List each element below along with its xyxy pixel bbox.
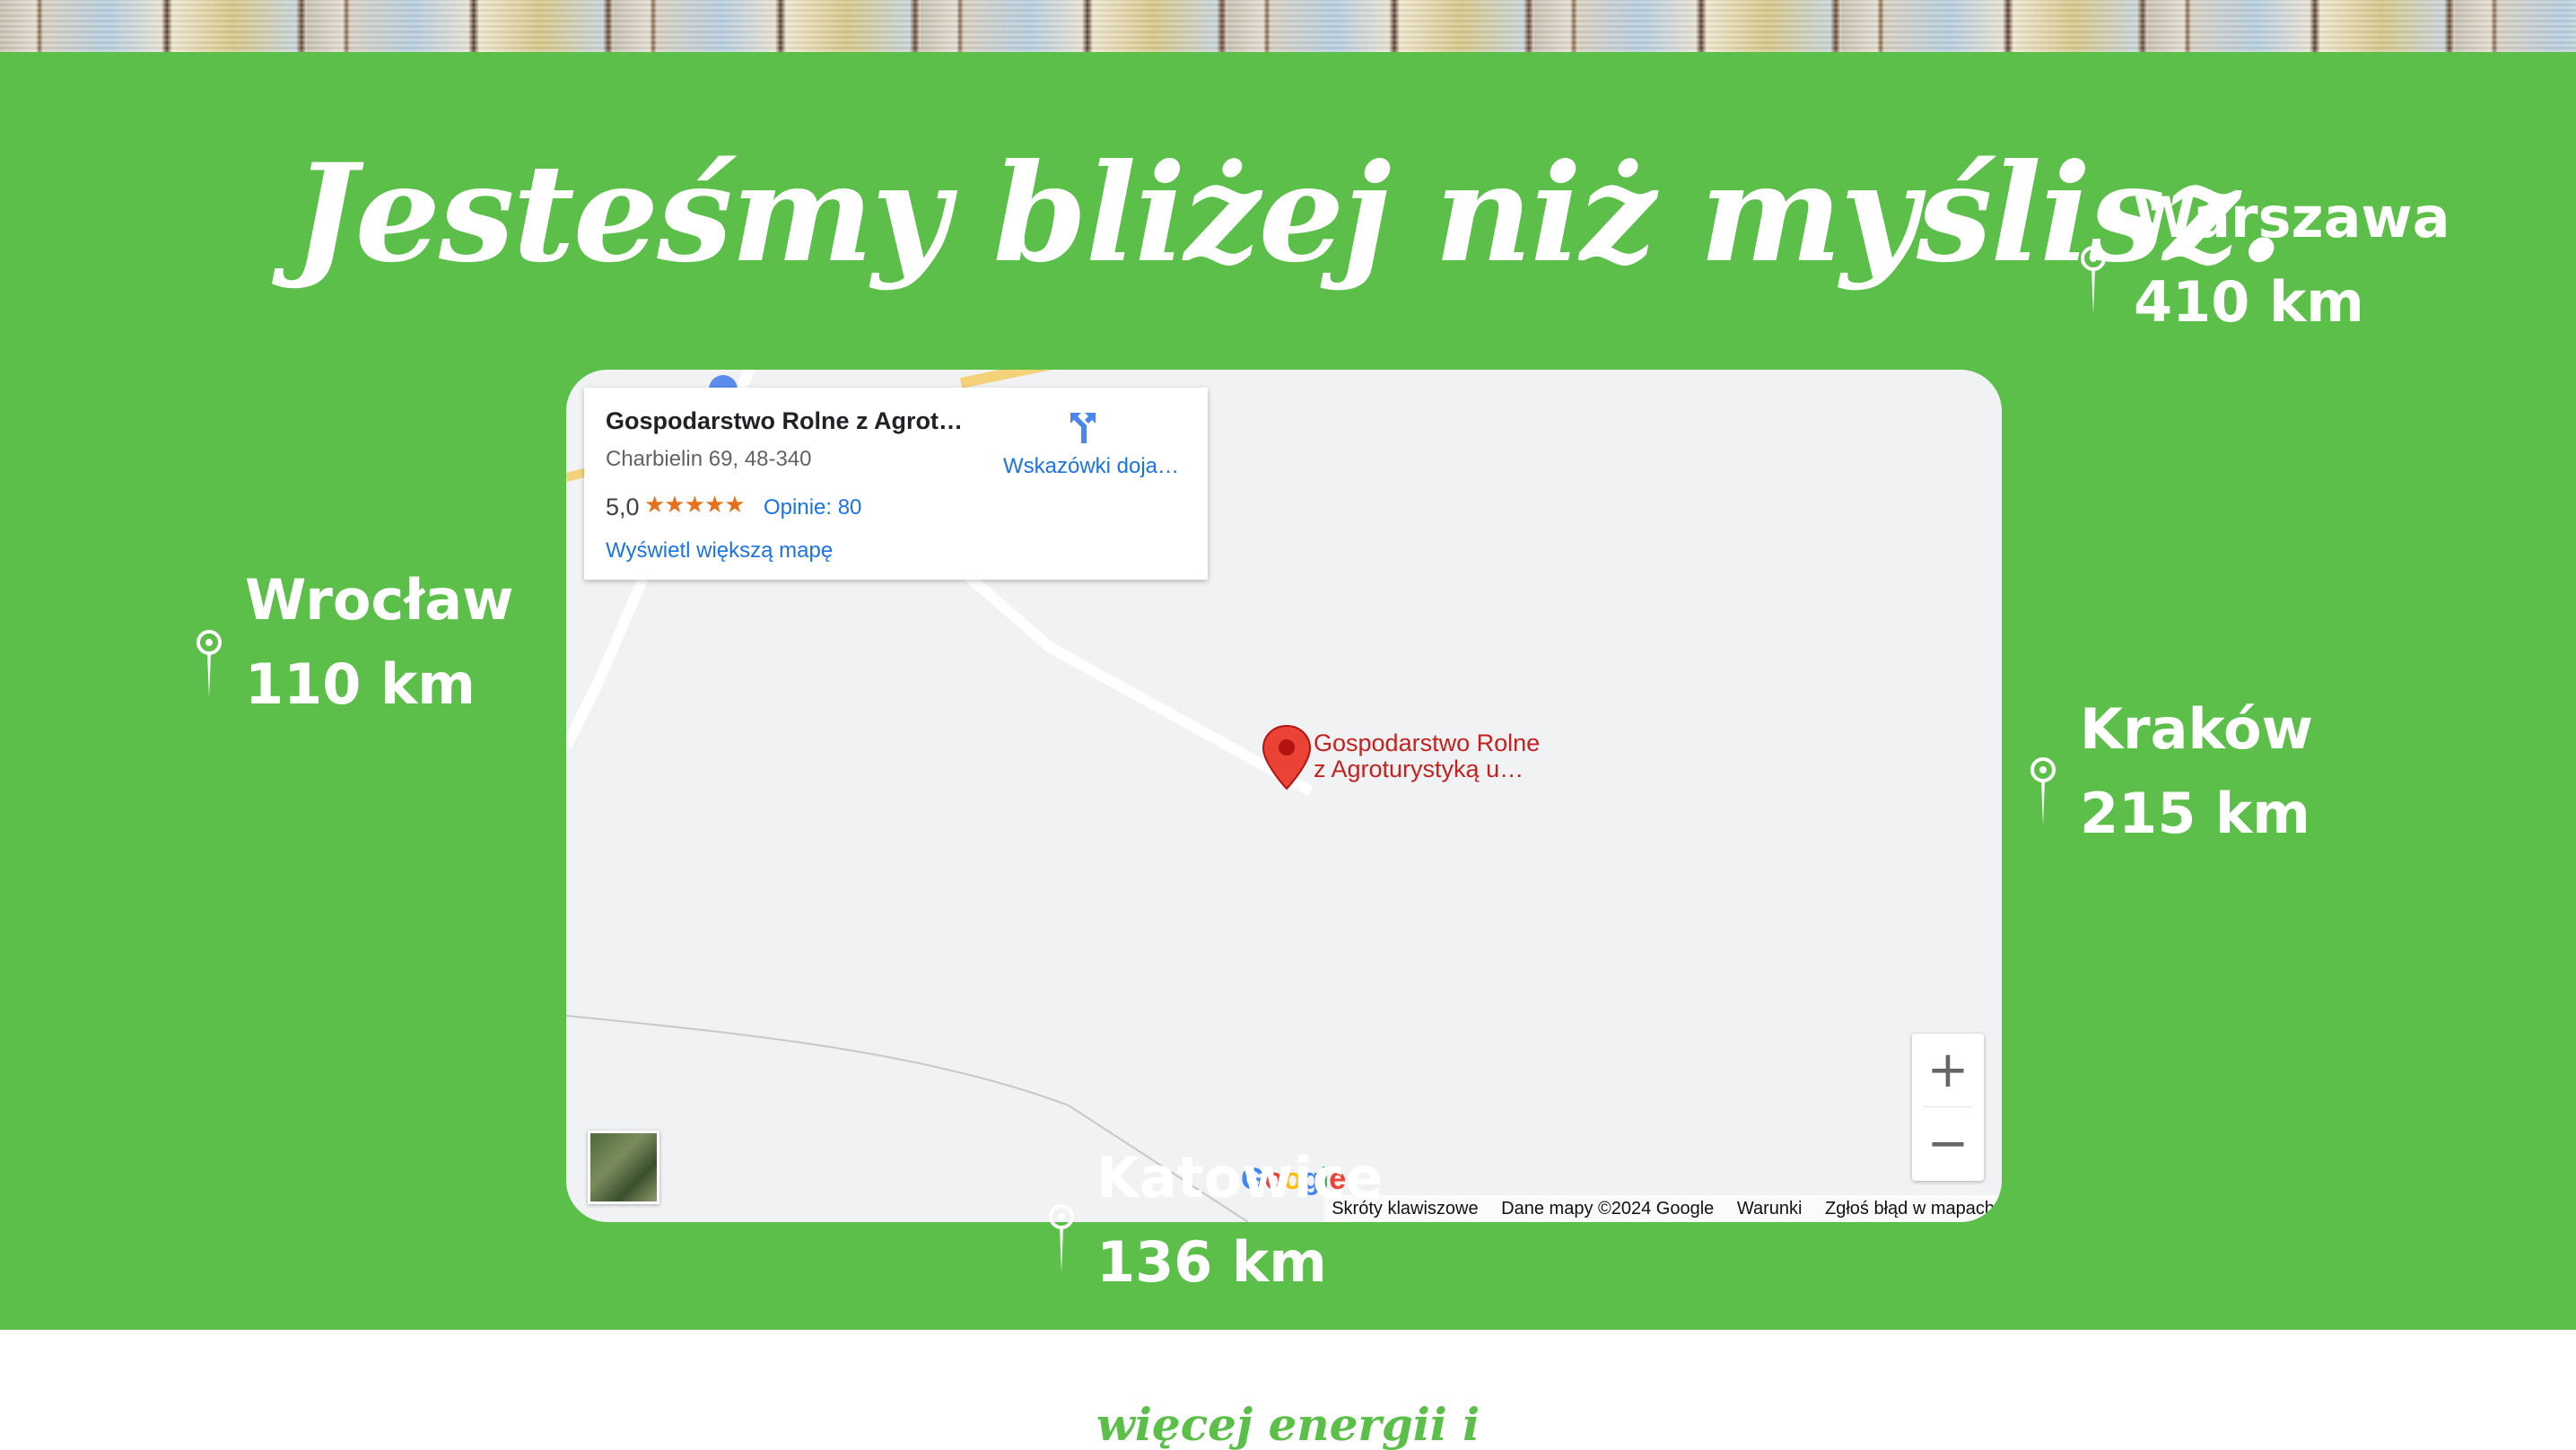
city-warszawa: Warszawa 410 km bbox=[2134, 176, 2450, 345]
city-distance: 110 km bbox=[245, 651, 476, 717]
place-rating: 5,0 bbox=[606, 494, 640, 520]
map-pin-icon bbox=[196, 630, 222, 698]
zoom-controls: + − bbox=[1912, 1034, 1984, 1181]
city-wroclaw: Wrocław 110 km bbox=[245, 558, 513, 727]
place-info-card: Gospodarstwo Rolne z Agrotu… Charbielin … bbox=[584, 388, 1208, 580]
wood-header-strip bbox=[0, 0, 2576, 52]
marker-label: Gospodarstwo Rolne z Agroturystyką u… bbox=[1314, 730, 1540, 782]
reviews-link[interactable]: Opinie: 80 bbox=[764, 495, 861, 520]
zoom-in-button[interactable]: + bbox=[1912, 1034, 1984, 1106]
next-section-heading: więcej energii i bbox=[1096, 1398, 1480, 1450]
larger-map-link[interactable]: Wyświetl większą mapę bbox=[606, 538, 833, 563]
map-pin-icon bbox=[1049, 1204, 1074, 1272]
map-attribution-bar: Skróty klawiszowe Dane mapy ©2024 Google… bbox=[1324, 1195, 2002, 1222]
zoom-out-button[interactable]: − bbox=[1912, 1107, 1984, 1180]
city-distance: 410 km bbox=[2134, 269, 2364, 335]
map-data-credit: Dane mapy ©2024 Google bbox=[1501, 1199, 1715, 1219]
marker-label-line: Gospodarstwo Rolne bbox=[1314, 729, 1541, 756]
satellite-layer-toggle[interactable] bbox=[588, 1131, 659, 1204]
map-pin-icon bbox=[2030, 757, 2056, 825]
directions-icon[interactable] bbox=[1065, 409, 1101, 445]
map-pin-icon bbox=[2081, 246, 2106, 314]
city-name: Katowice bbox=[1096, 1145, 1384, 1210]
city-krakow: Kraków 215 km bbox=[2080, 687, 2313, 856]
terms-link[interactable]: Warunki bbox=[1737, 1199, 1803, 1219]
city-name: Wrocław bbox=[245, 567, 514, 633]
city-name: Warszawa bbox=[2134, 185, 2450, 250]
city-distance: 215 km bbox=[2080, 781, 2310, 846]
embedded-google-map[interactable]: Gospodarstwo Rolne z Agrotu… Charbielin … bbox=[566, 370, 2002, 1222]
rating-stars-icon: ★★★★★ bbox=[644, 491, 746, 518]
marker-label-line: z Agroturystyką u… bbox=[1314, 756, 1524, 782]
report-error-link[interactable]: Zgłoś błąd w mapach bbox=[1825, 1199, 1995, 1219]
place-title: Gospodarstwo Rolne z Agrotu… bbox=[606, 407, 965, 434]
location-marker-icon[interactable] bbox=[1262, 724, 1312, 791]
city-katowice: Katowice 136 km bbox=[1096, 1136, 1383, 1305]
place-address: Charbielin 69, 48-340 bbox=[606, 447, 812, 471]
city-name: Kraków bbox=[2080, 696, 2313, 762]
directions-link[interactable]: Wskazówki doja… bbox=[997, 454, 1185, 479]
city-distance: 136 km bbox=[1096, 1229, 1327, 1295]
